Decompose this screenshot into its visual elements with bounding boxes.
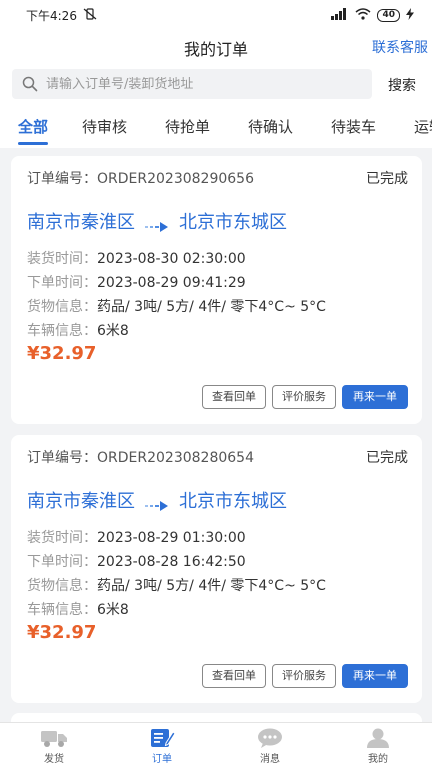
active-tab-indicator — [18, 142, 48, 145]
route-destination: 北京市东城区 — [179, 491, 287, 512]
nav-profile-label: 我的 — [368, 754, 388, 765]
search-button[interactable]: 搜索 — [388, 75, 416, 95]
route-origin: 南京市秦淮区 — [27, 212, 135, 233]
bottom-nav: 发货 订单 消息 我的 — [0, 722, 432, 768]
order-route: 南京市秦淮区 北京市东城区 — [27, 208, 287, 234]
tab-pending-grab[interactable]: 待抢单 — [165, 116, 210, 137]
nav-profile[interactable]: 我的 — [348, 728, 408, 765]
nav-ship-label: 发货 — [44, 754, 64, 765]
order-time: 下单时间：2023-08-28 16:42:50 — [27, 554, 246, 570]
signal-icon — [331, 7, 349, 23]
tab-pending-review[interactable]: 待审核 — [82, 116, 127, 137]
battery-indicator: 40 — [377, 8, 400, 22]
rate-service-button[interactable]: 评价服务 — [272, 385, 336, 409]
order-number: 订单编号：ORDER202308280654 — [27, 450, 254, 466]
nav-bar: 我的订单 联系客服 — [0, 30, 432, 64]
order-status: 已完成 — [366, 171, 408, 187]
tab-pending-loading[interactable]: 待装车 — [331, 116, 376, 137]
wifi-icon — [355, 7, 371, 23]
vehicle-info: 车辆信息：6米8 — [27, 323, 129, 339]
tab-all[interactable]: 全部 — [18, 116, 48, 137]
order-status: 已完成 — [366, 450, 408, 466]
status-bar: 下午4:26 40 — [0, 0, 432, 30]
view-receipt-button[interactable]: 查看回单 — [202, 664, 266, 688]
nav-orders[interactable]: 订单 — [132, 728, 192, 765]
search-box[interactable] — [12, 69, 372, 99]
order-price: ¥32.97 — [27, 343, 97, 364]
search-icon — [22, 76, 38, 92]
order-route: 南京市秦淮区 北京市东城区 — [27, 487, 287, 513]
order-time: 下单时间：2023-08-29 09:41:29 — [27, 275, 246, 291]
order-edit-icon — [132, 728, 192, 748]
reorder-button[interactable]: 再来一单 — [342, 664, 408, 688]
reorder-button[interactable]: 再来一单 — [342, 385, 408, 409]
nav-ship[interactable]: 发货 — [24, 728, 84, 765]
search-input[interactable] — [46, 76, 346, 92]
contact-service-link[interactable]: 联系客服 — [372, 37, 432, 57]
view-receipt-button[interactable]: 查看回单 — [202, 385, 266, 409]
tab-in-transit[interactable]: 运输 — [414, 116, 432, 137]
rate-service-button[interactable]: 评价服务 — [272, 664, 336, 688]
route-arrow-icon — [145, 495, 169, 511]
vehicle-info: 车辆信息：6米8 — [27, 602, 129, 618]
nav-messages[interactable]: 消息 — [240, 728, 300, 765]
order-number: 订单编号：ORDER202308290656 — [27, 171, 254, 187]
nav-orders-label: 订单 — [152, 754, 172, 765]
truck-icon — [24, 728, 84, 748]
nav-messages-label: 消息 — [260, 754, 280, 765]
order-card[interactable]: 订单编号：ORDER202308290656 已完成 南京市秦淮区 北京市东城区… — [11, 156, 422, 424]
route-origin: 南京市秦淮区 — [27, 491, 135, 512]
route-arrow-icon — [145, 216, 169, 232]
load-time: 装货时间：2023-08-30 02:30:00 — [27, 251, 246, 267]
tab-pending-confirm[interactable]: 待确认 — [248, 116, 293, 137]
search-row: 搜索 — [0, 64, 432, 106]
order-price: ¥32.97 — [27, 622, 97, 643]
route-destination: 北京市东城区 — [179, 212, 287, 233]
order-card[interactable]: 订单编号：ORDER202308280654 已完成 南京市秦淮区 北京市东城区… — [11, 435, 422, 703]
goods-info: 货物信息：药品/ 3吨/ 5方/ 4件/ 零下4°C~ 5°C — [27, 578, 326, 594]
goods-info: 货物信息：药品/ 3吨/ 5方/ 4件/ 零下4°C~ 5°C — [27, 299, 326, 315]
vibrate-off-icon — [83, 7, 97, 23]
page-title: 我的订单 — [183, 40, 248, 59]
user-icon — [348, 728, 408, 748]
charging-icon — [406, 7, 414, 23]
status-time: 下午4:26 — [26, 8, 77, 23]
order-status-tabs: 全部 待审核 待抢单 待确认 待装车 运输 — [0, 106, 432, 148]
chat-icon — [240, 728, 300, 748]
load-time: 装货时间：2023-08-29 01:30:00 — [27, 530, 246, 546]
